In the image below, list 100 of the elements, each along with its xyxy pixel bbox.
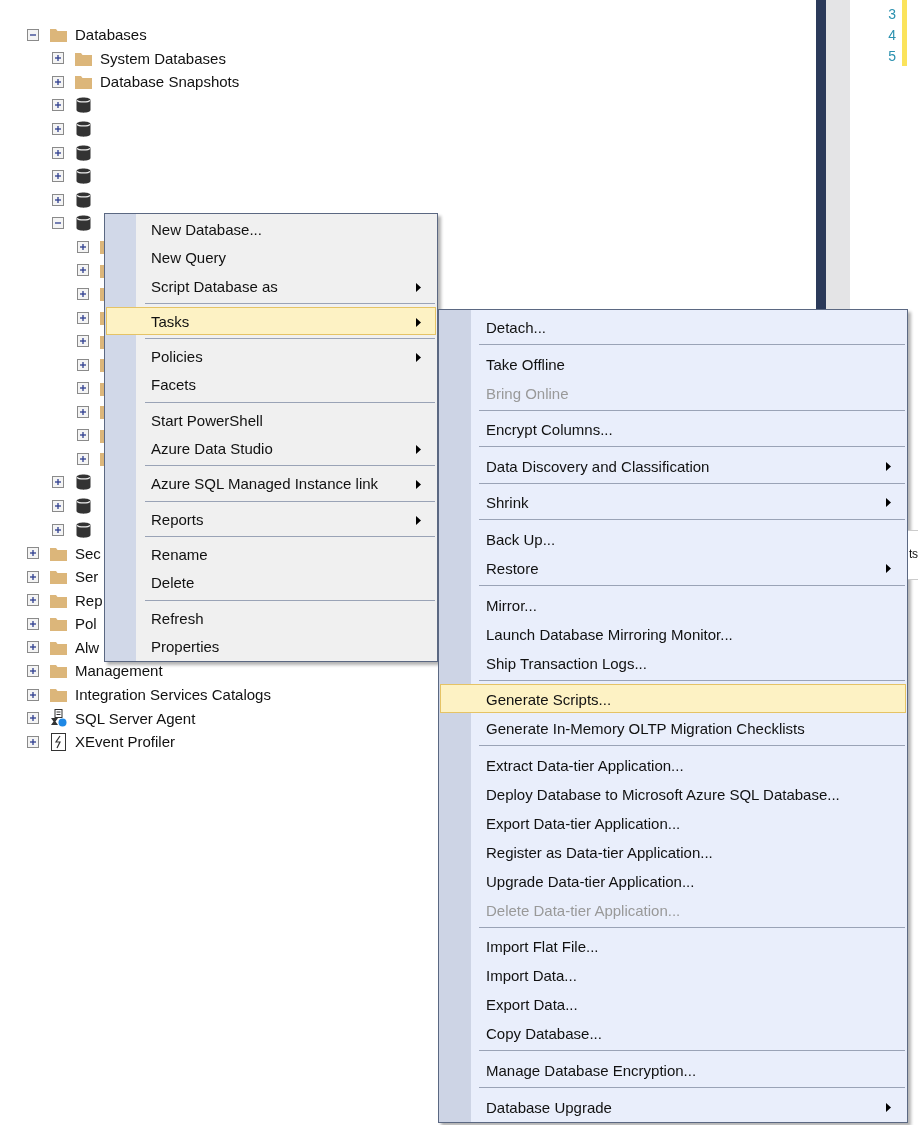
folder-icon bbox=[50, 639, 67, 655]
expander-icon[interactable] bbox=[77, 311, 89, 324]
tree-item[interactable]: Database Snapshots bbox=[100, 73, 240, 91]
expander-icon[interactable] bbox=[27, 570, 39, 583]
submenu-arrow-icon bbox=[886, 563, 891, 573]
folder-icon bbox=[50, 663, 67, 679]
expander-icon[interactable] bbox=[77, 382, 89, 395]
tree-item[interactable]: Sec bbox=[75, 544, 101, 562]
expander-icon[interactable] bbox=[27, 28, 39, 41]
tree-item[interactable]: Integration Services Catalogs bbox=[75, 686, 271, 704]
menu-item[interactable]: Register as Data-tier Application... bbox=[440, 836, 906, 866]
menu-item[interactable]: Export Data... bbox=[440, 989, 906, 1019]
expander-icon[interactable] bbox=[27, 594, 39, 607]
menu-item[interactable]: Back Up... bbox=[440, 523, 906, 553]
menu-item[interactable]: Data Discovery and Classification bbox=[440, 450, 906, 480]
expander-icon[interactable] bbox=[52, 193, 64, 206]
menu-item[interactable]: Launch Database Mirroring Monitor... bbox=[440, 618, 906, 648]
menu-item[interactable]: Encrypt Columns... bbox=[440, 414, 906, 444]
submenu-arrow-icon bbox=[416, 282, 421, 292]
database-icon bbox=[75, 497, 92, 516]
menu-item[interactable]: Mirror... bbox=[440, 589, 906, 619]
expander-icon[interactable] bbox=[27, 712, 39, 725]
menu-item[interactable]: Policies bbox=[106, 342, 436, 371]
expander-icon[interactable] bbox=[52, 170, 64, 183]
tree-item[interactable]: SQL Server Agent bbox=[75, 709, 196, 727]
menu-item[interactable]: Shrink bbox=[440, 487, 906, 517]
submenu-arrow-icon bbox=[416, 353, 421, 363]
menu-item[interactable]: Azure Data Studio bbox=[106, 434, 436, 463]
folder-icon bbox=[50, 545, 67, 561]
tree-item[interactable]: Rep bbox=[75, 591, 103, 609]
menu-item[interactable]: Start PowerShell bbox=[106, 405, 436, 435]
expander-icon[interactable] bbox=[27, 617, 39, 630]
line-number: 5 bbox=[888, 47, 896, 66]
tree-item[interactable]: Databases bbox=[75, 26, 147, 44]
expander-icon[interactable] bbox=[52, 52, 64, 65]
submenu-arrow-icon bbox=[886, 461, 891, 471]
expander-icon[interactable] bbox=[52, 75, 64, 88]
menu-item[interactable]: Copy Database... bbox=[440, 1018, 906, 1048]
expander-icon[interactable] bbox=[52, 146, 64, 159]
menu-item[interactable]: Reports bbox=[106, 504, 436, 533]
menu-item[interactable]: Azure SQL Managed Instance link bbox=[106, 469, 436, 498]
panel-text: ts bbox=[909, 547, 918, 561]
menu-item[interactable]: Rename bbox=[106, 539, 436, 569]
submenu-arrow-icon bbox=[416, 317, 421, 327]
menu-item[interactable]: Detach... bbox=[440, 312, 906, 341]
folder-icon bbox=[75, 50, 92, 66]
menu-item[interactable]: Extract Data-tier Application... bbox=[440, 749, 906, 779]
menu-item[interactable]: Properties bbox=[106, 631, 436, 661]
expander-icon[interactable] bbox=[77, 240, 89, 253]
expander-icon[interactable] bbox=[77, 335, 89, 348]
menu-item[interactable]: Manage Database Encryption... bbox=[440, 1054, 906, 1084]
expander-icon[interactable] bbox=[77, 452, 89, 465]
tree-item[interactable]: Alw bbox=[75, 638, 100, 656]
agent-icon bbox=[50, 709, 67, 728]
menu-item[interactable]: Generate In-Memory OLTP Migration Checklists bbox=[440, 713, 906, 743]
menu-item[interactable]: Upgrade Data-tier Application... bbox=[440, 865, 906, 895]
menu-item[interactable]: Delete bbox=[106, 568, 436, 597]
expander-icon[interactable] bbox=[27, 641, 39, 654]
menu-item[interactable]: Generate Scripts... bbox=[440, 684, 906, 714]
expander-icon[interactable] bbox=[52, 476, 64, 489]
database-icon bbox=[75, 143, 92, 162]
expander-icon[interactable] bbox=[52, 217, 64, 230]
menu-item[interactable]: Facets bbox=[106, 370, 436, 399]
tree-item[interactable]: Management bbox=[75, 662, 163, 680]
expander-icon[interactable] bbox=[77, 429, 89, 442]
folder-icon bbox=[50, 569, 67, 585]
menu-item[interactable]: Import Flat File... bbox=[440, 931, 906, 961]
expander-icon[interactable] bbox=[27, 664, 39, 677]
expander-icon[interactable] bbox=[52, 500, 64, 513]
menu-item[interactable]: Tasks bbox=[106, 306, 436, 336]
tree-item[interactable]: Ser bbox=[75, 568, 99, 586]
submenu-arrow-icon bbox=[416, 515, 421, 525]
menu-item[interactable]: Restore bbox=[440, 552, 906, 582]
expander-icon[interactable] bbox=[77, 264, 89, 277]
profiler-icon bbox=[50, 732, 67, 751]
database-icon bbox=[75, 120, 92, 139]
menu-item[interactable]: Script Database as bbox=[106, 271, 436, 300]
menu-item[interactable]: Export Data-tier Application... bbox=[440, 807, 906, 837]
menu-item[interactable]: New Query bbox=[106, 243, 436, 272]
expander-icon[interactable] bbox=[27, 547, 39, 560]
menu-item[interactable]: Refresh bbox=[106, 603, 436, 632]
expander-icon[interactable] bbox=[77, 405, 89, 418]
expander-icon[interactable] bbox=[27, 735, 39, 748]
expander-icon[interactable] bbox=[52, 99, 64, 112]
expander-icon[interactable] bbox=[52, 523, 64, 536]
expander-icon[interactable] bbox=[77, 358, 89, 371]
tree-item[interactable]: XEvent Profiler bbox=[75, 733, 176, 751]
expander-icon[interactable] bbox=[27, 688, 39, 701]
menu-item[interactable]: Deploy Database to Microsoft Azure SQL Database... bbox=[440, 778, 906, 808]
menu-item[interactable]: New Database... bbox=[106, 215, 436, 244]
tree-item[interactable]: Pol bbox=[75, 615, 97, 633]
menu-item[interactable]: Ship Transaction Logs... bbox=[440, 647, 906, 677]
menu-item[interactable]: Import Data... bbox=[440, 960, 906, 990]
database-icon bbox=[75, 96, 92, 115]
menu-item[interactable]: Take Offline bbox=[440, 348, 906, 378]
menu-item[interactable]: Database Upgrade bbox=[440, 1091, 906, 1121]
tree-item[interactable]: System Databases bbox=[100, 49, 226, 67]
line-number: 4 bbox=[888, 26, 896, 45]
expander-icon[interactable] bbox=[77, 287, 89, 300]
expander-icon[interactable] bbox=[52, 123, 64, 136]
